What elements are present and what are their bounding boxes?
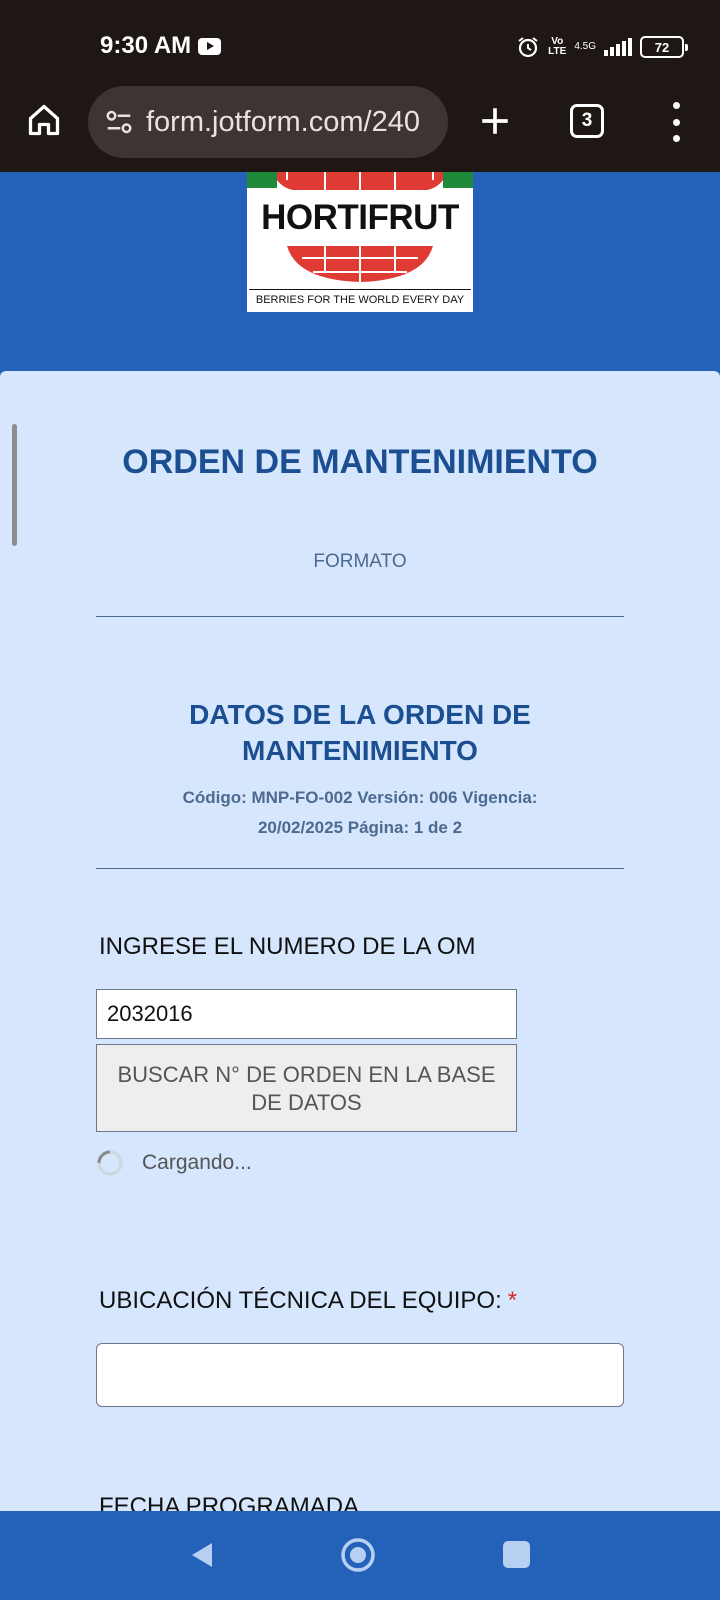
om-number-value: 2032016 [107,1001,193,1026]
form-card: ORDEN DE MANTENIMIENTO FORMATO DATOS DE … [0,371,720,1511]
status-time: 9:30 AM [100,32,192,59]
om-number-input[interactable]: 2032016 [96,989,517,1039]
location-label: UBICACIÓN TÉCNICA DEL EQUIPO: * [99,1287,517,1315]
battery-icon: 72 [640,36,688,58]
alarm-icon [518,37,538,58]
form-subtitle: FORMATO [313,551,407,572]
youtube-icon [198,38,221,55]
home-nav-icon[interactable] [340,1537,376,1573]
recent-apps-icon[interactable] [503,1541,530,1568]
logo-name: HORTIFRUT [261,198,459,237]
tab-count: 3 [581,110,593,131]
required-marker: * [507,1287,518,1314]
spinner-icon [97,1150,123,1176]
hortifrut-logo: HORTIFRUT BERRIES FOR THE WORLD EVERY DA… [247,172,473,312]
section-title: DATOS DE LA ORDEN DE MANTENIMIENTO [189,699,531,766]
section-description: Código: MNP-FO-002 Versión: 006 Vigencia… [182,788,538,837]
divider [96,616,624,617]
new-tab-icon[interactable] [478,104,512,138]
system-nav-bar [0,1511,720,1600]
more-menu-icon[interactable] [668,102,684,142]
scroll-indicator[interactable] [12,424,17,546]
browser-toolbar: form.jotform.com/240 3 [0,86,720,172]
network-type: 4.5G [574,41,596,52]
battery-level: 72 [654,39,670,55]
signal-icon [604,38,632,56]
url-text: form.jotform.com/240 [146,105,420,138]
status-icons: Vo LTE 4.5G 72 [516,32,688,62]
status-bar: 9:30 AM Vo LTE 4.5G 72 [0,0,720,86]
form-title: ORDEN DE MANTENIMIENTO [122,443,598,481]
site-settings-icon[interactable] [104,107,134,137]
tabs-button[interactable]: 3 [570,104,604,138]
location-input[interactable] [96,1343,624,1407]
loading-text: Cargando... [142,1151,252,1174]
home-icon[interactable] [26,102,62,138]
logo-divider [249,289,471,290]
om-number-label: INGRESE EL NUMERO DE LA OM [99,933,476,960]
address-bar[interactable]: form.jotform.com/240 [88,86,448,158]
scheduled-date-label: FECHA PROGRAMADA [99,1493,360,1511]
volte-indicator: Vo LTE [548,36,567,57]
search-order-button[interactable]: BUSCAR N° DE ORDEN EN LA BASE DE DATOS [96,1044,517,1132]
back-icon[interactable] [188,1540,218,1570]
divider [96,868,624,869]
logo-tagline: BERRIES FOR THE WORLD EVERY DAY [255,294,465,306]
location-label-text: UBICACIÓN TÉCNICA DEL EQUIPO: [99,1287,502,1314]
loading-indicator: Cargando... [96,1149,252,1177]
